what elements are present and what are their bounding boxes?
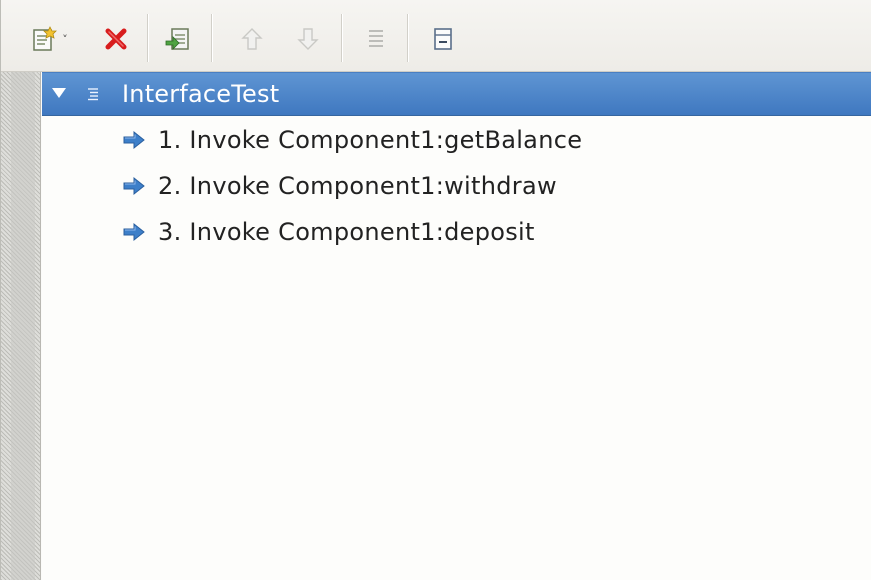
test-editor-panel: ˅ InterfaceTest 1. Invoke Component1:get…	[0, 0, 871, 580]
collapse-all-button[interactable]	[427, 22, 459, 56]
tree-root-label: InterfaceTest	[122, 80, 280, 108]
move-up-button[interactable]	[235, 22, 269, 56]
left-gutter	[1, 72, 41, 580]
toolbar-separator	[147, 14, 148, 62]
test-suite-icon	[88, 88, 98, 101]
arrow-right-icon	[123, 176, 145, 196]
tree-item[interactable]: 3. Invoke Component1:deposit	[42, 210, 871, 256]
properties-icon	[369, 30, 383, 47]
arrow-right-icon	[123, 130, 145, 150]
toolbar-separator	[211, 14, 212, 62]
move-down-button[interactable]	[291, 22, 325, 56]
delete-icon	[105, 28, 127, 50]
properties-button[interactable]	[361, 22, 391, 56]
tree-item[interactable]: 1. Invoke Component1:getBalance	[42, 118, 871, 164]
expand-toggle-icon[interactable]	[52, 88, 66, 98]
import-icon	[165, 28, 189, 50]
toolbar-separator	[341, 14, 342, 62]
toolbar: ˅	[1, 0, 871, 72]
tree-item[interactable]: 2. Invoke Component1:withdraw	[42, 164, 871, 210]
move-down-icon	[297, 28, 319, 50]
tree-item-label: 1. Invoke Component1:getBalance	[158, 126, 583, 154]
tree-item-label: 3. Invoke Component1:deposit	[158, 218, 535, 246]
toolbar-separator	[407, 14, 408, 62]
tree-root-row[interactable]: InterfaceTest	[42, 72, 871, 116]
arrow-right-icon	[123, 222, 145, 242]
tree-item-label: 2. Invoke Component1:withdraw	[158, 172, 557, 200]
chevron-down-icon[interactable]: ˅	[62, 34, 68, 45]
gutter-shade	[11, 72, 35, 580]
new-step-icon	[33, 26, 58, 51]
import-button[interactable]	[161, 22, 195, 56]
move-up-icon	[241, 28, 263, 50]
new-step-button[interactable]: ˅	[23, 22, 75, 56]
collapse-all-icon	[434, 28, 452, 50]
delete-button[interactable]	[99, 22, 133, 56]
test-tree[interactable]: InterfaceTest 1. Invoke Component1:getBa…	[42, 72, 871, 580]
